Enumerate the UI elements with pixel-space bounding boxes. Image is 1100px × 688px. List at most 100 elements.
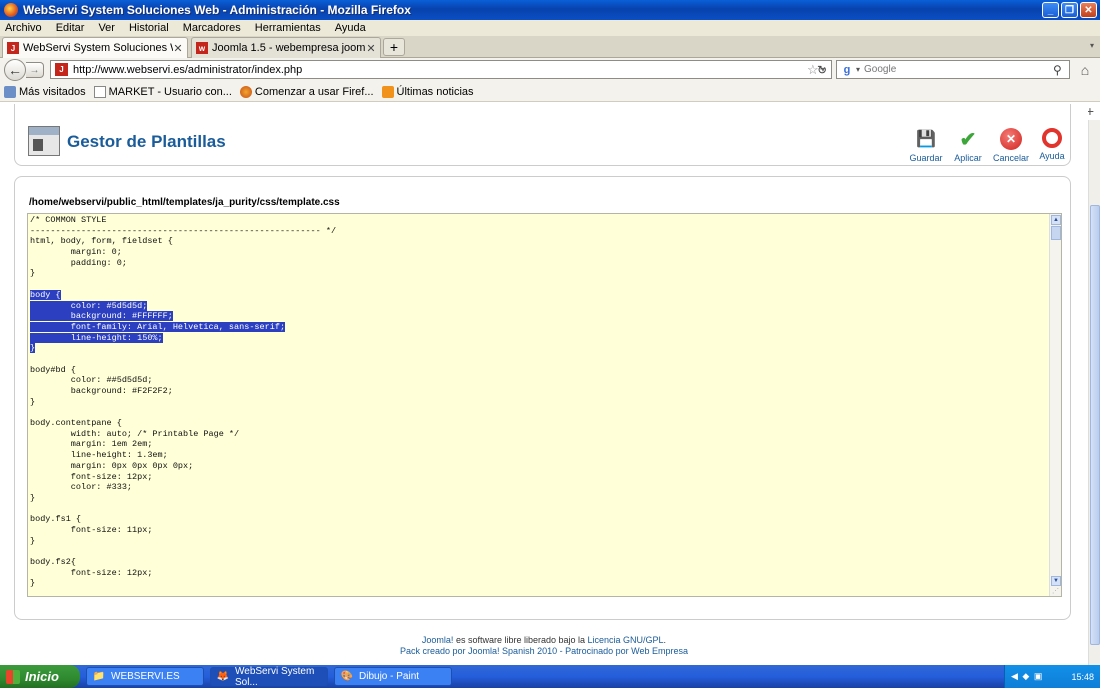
tab-bar: J WebServi System Soluciones Web - Admi.… bbox=[0, 36, 1100, 58]
scroll-up-icon[interactable]: ▲ bbox=[1051, 215, 1061, 225]
rss-icon bbox=[381, 85, 394, 98]
code-content[interactable]: /* COMMON STYLE -------------------------… bbox=[30, 215, 1046, 589]
footer-text: es software libre liberado bajo la bbox=[453, 635, 588, 645]
page-scrollbar[interactable] bbox=[1088, 120, 1100, 665]
menu-herramientas[interactable]: Herramientas bbox=[255, 22, 321, 34]
folder-icon bbox=[4, 85, 16, 98]
code-line: } bbox=[30, 578, 1046, 589]
code-line: body.fs2{ bbox=[30, 557, 1046, 568]
page-scroll-thumb[interactable] bbox=[1090, 205, 1100, 645]
joomla-link[interactable]: Joomla! bbox=[422, 635, 454, 645]
maximize-button[interactable]: ❐ bbox=[1061, 2, 1078, 18]
tab-webservi-admin[interactable]: J WebServi System Soluciones Web - Admi.… bbox=[2, 37, 188, 58]
menu-ayuda[interactable]: Ayuda bbox=[335, 22, 366, 34]
bookmark-market[interactable]: MARKET - Usuario con... bbox=[93, 85, 232, 98]
code-line-text: color: ##5d5d5d; bbox=[30, 375, 153, 386]
engine-dropdown-icon[interactable]: ▾ bbox=[856, 65, 860, 74]
url-bar[interactable]: J http://www.webservi.es/administrator/i… bbox=[50, 60, 832, 79]
tab-close-icon[interactable]: ✕ bbox=[173, 42, 183, 55]
google-icon[interactable]: g bbox=[840, 63, 854, 77]
tray-icons[interactable]: ◀ ◆ ▣ bbox=[1011, 671, 1043, 682]
code-line-text: } bbox=[30, 396, 36, 407]
code-line-text: } bbox=[30, 535, 36, 546]
search-icon[interactable]: ⚲ bbox=[1053, 63, 1069, 77]
code-line-text: /* COMMON STYLE bbox=[30, 215, 107, 225]
task-paint[interactable]: 🎨 Dibujo - Paint bbox=[334, 667, 452, 686]
code-line: line-height: 1.3em; bbox=[30, 450, 1046, 461]
reload-icon[interactable]: ↻ bbox=[814, 62, 830, 78]
save-label: Guardar bbox=[909, 153, 943, 163]
code-line: body.fs1 { bbox=[30, 514, 1046, 525]
scroll-down-icon[interactable]: ▼ bbox=[1051, 576, 1061, 586]
code-line: margin: 1em 2em; bbox=[30, 439, 1046, 450]
start-button[interactable]: Inicio bbox=[0, 665, 80, 688]
task-label: Dibujo - Paint bbox=[359, 671, 420, 682]
url-text[interactable]: http://www.webservi.es/administrator/ind… bbox=[73, 64, 807, 76]
code-line: color: ##5d5d5d; bbox=[30, 375, 1046, 386]
menu-historial[interactable]: Historial bbox=[129, 22, 169, 34]
clock: 15:48 bbox=[1071, 671, 1094, 682]
code-line-text: font-size: 11px; bbox=[30, 524, 153, 535]
menu-editar[interactable]: Editar bbox=[56, 22, 85, 34]
task-firefox[interactable]: 🦊 WebServi System Sol... bbox=[210, 665, 328, 688]
editor-scrollbar[interactable]: ▲ ▼ bbox=[1049, 214, 1061, 596]
tab-list-icon[interactable]: ▾ bbox=[1090, 41, 1094, 50]
tab-label: Joomla 1.5 - webempresa joomla - Hostin.… bbox=[212, 42, 366, 54]
search-input[interactable] bbox=[864, 64, 1053, 75]
tab-joomla-webempresa[interactable]: w Joomla 1.5 - webempresa joomla - Hosti… bbox=[191, 37, 381, 58]
bookmark-comenzar-firefox[interactable]: Comenzar a usar Firef... bbox=[239, 85, 374, 98]
close-button[interactable]: ✕ bbox=[1080, 2, 1097, 18]
code-line: color: #333; bbox=[30, 482, 1046, 493]
window-title-bar: WebServi System Soluciones Web - Adminis… bbox=[0, 0, 1100, 20]
firefox-icon bbox=[239, 85, 252, 98]
cancel-button[interactable]: ✕ Cancelar bbox=[991, 128, 1031, 163]
back-button[interactable]: ← bbox=[4, 59, 26, 81]
window-controls: _ ❐ ✕ bbox=[1042, 2, 1097, 18]
license-link[interactable]: Licencia GNU/GPL bbox=[588, 635, 664, 645]
file-path: /home/webservi/public_html/templates/ja_… bbox=[29, 197, 340, 208]
windows-taskbar: Inicio 📁 WEBSERVI.ES 🦊 WebServi System S… bbox=[0, 665, 1100, 688]
tab-close-icon[interactable]: ✕ bbox=[366, 42, 376, 55]
cancel-icon: ✕ bbox=[1000, 128, 1022, 150]
help-button[interactable]: Ayuda bbox=[1032, 128, 1072, 161]
scroll-thumb[interactable] bbox=[1051, 226, 1061, 240]
code-line: } bbox=[30, 493, 1046, 504]
search-bar[interactable]: g ▾ ⚲ bbox=[836, 60, 1070, 79]
code-line-text: color: #333; bbox=[30, 482, 133, 493]
bookmark-label: MARKET - Usuario con... bbox=[108, 85, 232, 98]
bookmark-label: Últimas noticias bbox=[396, 85, 474, 98]
new-tab-button[interactable]: + bbox=[383, 38, 405, 56]
code-line bbox=[30, 354, 1046, 365]
code-line: color: #5d5d5d; bbox=[30, 300, 1046, 312]
resize-grip-icon[interactable]: ⋰ bbox=[1052, 587, 1059, 595]
minimize-button[interactable]: _ bbox=[1042, 2, 1059, 18]
save-button[interactable]: 💾 Guardar bbox=[906, 128, 946, 163]
window-title: WebServi System Soluciones Web - Adminis… bbox=[23, 3, 411, 17]
menu-ver[interactable]: Ver bbox=[98, 22, 115, 34]
code-line: body.contentpane { bbox=[30, 418, 1046, 429]
css-editor-textarea[interactable]: /* COMMON STYLE -------------------------… bbox=[27, 213, 1062, 597]
forward-button[interactable]: → bbox=[26, 62, 44, 78]
task-webservi-folder[interactable]: 📁 WEBSERVI.ES bbox=[86, 667, 204, 686]
footer-line-2[interactable]: Pack creado por Joomla! Spanish 2010 - P… bbox=[0, 646, 1088, 657]
task-label: WEBSERVI.ES bbox=[111, 671, 180, 682]
code-line-text: } bbox=[30, 343, 36, 354]
menu-bar: Archivo Editar Ver Historial Marcadores … bbox=[0, 20, 1100, 36]
menu-marcadores[interactable]: Marcadores bbox=[183, 22, 241, 34]
code-line-text: } bbox=[30, 268, 36, 279]
bookmark-ultimas-noticias[interactable]: Últimas noticias bbox=[381, 85, 474, 98]
task-label: WebServi System Sol... bbox=[235, 665, 315, 688]
bookmark-mas-visitados[interactable]: Más visitados bbox=[4, 85, 86, 98]
code-line-text: font-size: 12px; bbox=[30, 471, 153, 482]
start-label: Inicio bbox=[25, 669, 59, 684]
floppy-disk-icon: 💾 bbox=[916, 131, 936, 148]
admin-toolbar: Gestor de Plantillas 💾 Guardar ✔ Aplicar… bbox=[14, 104, 1071, 166]
apply-button[interactable]: ✔ Aplicar bbox=[948, 128, 988, 164]
home-icon[interactable]: ⌂ bbox=[1074, 60, 1096, 80]
menu-archivo[interactable]: Archivo bbox=[5, 22, 42, 34]
